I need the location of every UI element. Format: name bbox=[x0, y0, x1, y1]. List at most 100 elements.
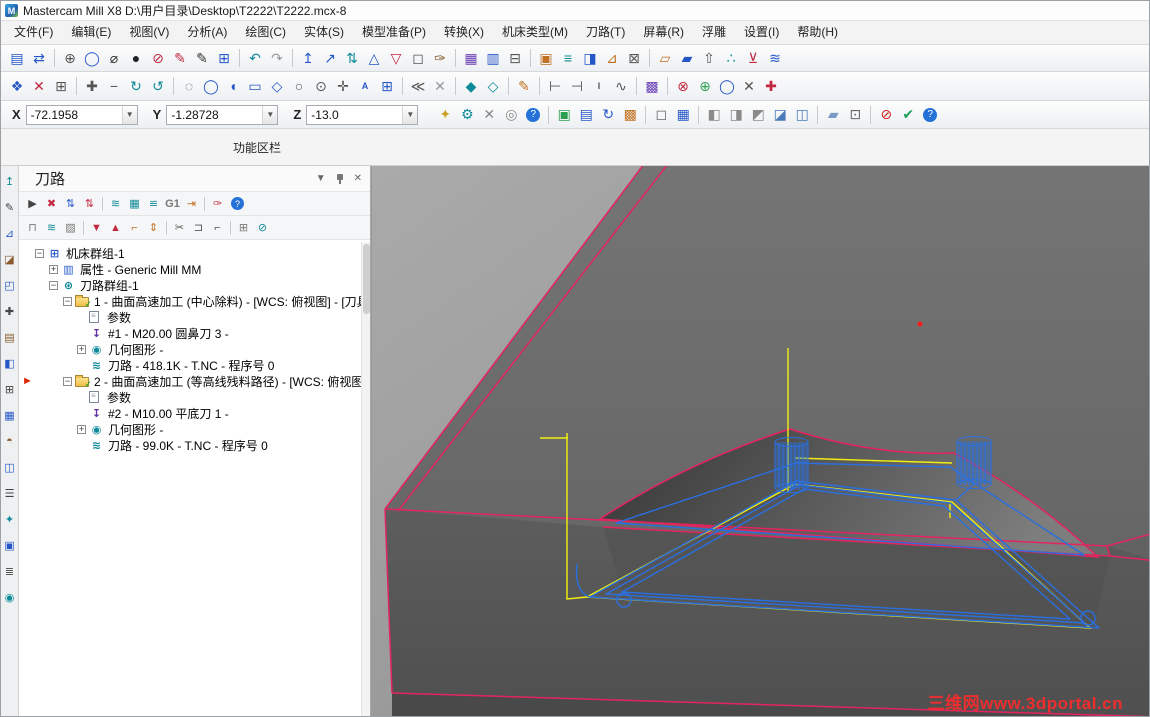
post-g1-icon[interactable]: G1 bbox=[164, 195, 181, 212]
tree-expander[interactable]: − bbox=[49, 280, 58, 290]
tree-item[interactable]: ► − 2 - 曲面高速加工 (等高线残料路径) - [WCS: 俯视图 bbox=[19, 373, 370, 391]
toolbar-icon[interactable]: ◻ bbox=[408, 48, 428, 68]
select-all-operations-icon[interactable]: ▶ bbox=[24, 195, 41, 212]
tree-expander[interactable]: − bbox=[63, 376, 72, 386]
toolbar-icon[interactable]: ▭ bbox=[245, 76, 265, 96]
toolbar-icon[interactable]: ▦ bbox=[461, 48, 481, 68]
toolbar-icon[interactable]: ◰ bbox=[2, 277, 18, 293]
toolbar-icon[interactable]: ⊘ bbox=[254, 219, 271, 236]
toolbar-icon[interactable]: ⊘ bbox=[148, 48, 168, 68]
shading-cube-icon[interactable]: ◫ bbox=[792, 105, 812, 125]
check-icon[interactable]: ✔ bbox=[898, 105, 918, 125]
tree-item[interactable]: ≋ 刀路 - 99.0K - T.NC - 程序号 0 bbox=[19, 437, 370, 453]
toolbar-icon[interactable]: ⊞ bbox=[235, 219, 252, 236]
toolbar-icon[interactable]: ● bbox=[126, 48, 146, 68]
toolbar-icon[interactable]: ✎ bbox=[192, 48, 212, 68]
toolbar-icon[interactable]: ▤ bbox=[2, 329, 18, 345]
toolbar-icon[interactable]: ⊞ bbox=[377, 76, 397, 96]
toolbar-icon[interactable]: ◇ bbox=[267, 76, 287, 96]
toolbar-icon[interactable]: ▨ bbox=[62, 219, 79, 236]
toolbar-icon[interactable]: ⊙ bbox=[311, 76, 331, 96]
toolbar-icon[interactable]: ▦ bbox=[126, 195, 143, 212]
toolbar-icon[interactable]: ▩ bbox=[620, 105, 640, 125]
toolbar-icon[interactable]: ≌ bbox=[145, 195, 162, 212]
tree-expander[interactable]: + bbox=[77, 424, 86, 434]
shading-cube-icon[interactable]: ◧ bbox=[704, 105, 724, 125]
menu-item[interactable]: 设置(I) bbox=[735, 21, 788, 44]
stop-icon[interactable]: ⊘ bbox=[876, 105, 896, 125]
toolbar-icon[interactable]: ⇅ bbox=[62, 195, 79, 212]
toolbar-icon[interactable]: ◧ bbox=[2, 355, 18, 371]
z-coordinate-input[interactable] bbox=[307, 107, 403, 122]
tree-item[interactable]: − ⊛ 刀路群组-1 bbox=[19, 277, 370, 293]
tree-item[interactable]: ↧ #1 - M20.00 圆鼻刀 3 - bbox=[19, 325, 370, 341]
menu-item[interactable]: 机床类型(M) bbox=[493, 21, 577, 44]
menu-item[interactable]: 帮助(H) bbox=[788, 21, 847, 44]
toolbar-icon[interactable]: ◌ bbox=[179, 76, 199, 96]
toolbar-icon[interactable]: ⊡ bbox=[845, 105, 865, 125]
menu-item[interactable]: 刀路(T) bbox=[577, 21, 634, 44]
menu-item[interactable]: 视图(V) bbox=[120, 21, 178, 44]
toolbar-icon[interactable]: ✎ bbox=[170, 48, 190, 68]
panel-close-button[interactable]: ✕ bbox=[354, 173, 362, 184]
tree-item[interactable]: ↧ #2 - M10.00 平底刀 1 - bbox=[19, 405, 370, 421]
toolbar-icon[interactable]: ∿ bbox=[611, 76, 631, 96]
shading-cube-icon[interactable]: ◪ bbox=[770, 105, 790, 125]
toolbar-icon[interactable]: ✕ bbox=[739, 76, 759, 96]
toolbar-icon[interactable]: ▣ bbox=[2, 537, 18, 553]
menu-item[interactable]: 编辑(E) bbox=[62, 21, 120, 44]
toolbar-icon[interactable]: ⊞ bbox=[2, 381, 18, 397]
toolbar-icon[interactable]: ✎ bbox=[514, 76, 534, 96]
toolbar-icon[interactable]: ≋ bbox=[765, 48, 785, 68]
toolbar-icon[interactable]: ◓ bbox=[2, 433, 18, 449]
x-coordinate-input[interactable] bbox=[26, 107, 122, 122]
menu-item[interactable]: 绘图(C) bbox=[236, 21, 295, 44]
redo-icon[interactable]: ↷ bbox=[267, 48, 287, 68]
toolbar-icon[interactable]: ✕ bbox=[479, 105, 499, 125]
menu-item[interactable]: 转换(X) bbox=[435, 21, 493, 44]
toolbar-icon[interactable]: A bbox=[355, 76, 375, 96]
toolbar-icon[interactable]: ⇥ bbox=[183, 195, 200, 212]
toolbar-icon[interactable]: ✑ bbox=[430, 48, 450, 68]
toolbar-icon[interactable]: ▣ bbox=[536, 48, 556, 68]
tree-item[interactable]: 参数 bbox=[19, 389, 370, 405]
toolbar-icon[interactable]: ✛ bbox=[333, 76, 353, 96]
toolbar-icon[interactable]: ↻ bbox=[598, 105, 618, 125]
toolbar-icon[interactable]: ✚ bbox=[82, 76, 102, 96]
unselect-all-operations-icon[interactable]: ✖ bbox=[43, 195, 60, 212]
copy-icon[interactable]: ⊐ bbox=[190, 219, 207, 236]
toolbar-icon[interactable]: ▥ bbox=[483, 48, 503, 68]
toolbar-icon[interactable]: ✦ bbox=[2, 511, 18, 527]
move-insert-down-icon[interactable]: ▼ bbox=[88, 219, 105, 236]
help-icon[interactable]: ? bbox=[526, 107, 541, 122]
help-icon[interactable]: ? bbox=[231, 197, 244, 210]
regenerate-toolpath-icon[interactable]: ≋ bbox=[107, 195, 124, 212]
toolbar-icon[interactable]: ◖ bbox=[223, 76, 243, 96]
tree-item[interactable]: 参数 bbox=[19, 309, 370, 325]
toolbar-icon[interactable]: ◫ bbox=[2, 459, 18, 475]
toolbar-icon[interactable]: ✦ bbox=[435, 105, 455, 125]
toolbar-icon[interactable]: ≡ bbox=[558, 48, 578, 68]
toolbar-icon[interactable]: I bbox=[589, 76, 609, 96]
toolbar-icon[interactable]: ⊟ bbox=[505, 48, 525, 68]
toolbar-icon[interactable]: ⌐ bbox=[126, 219, 143, 236]
menu-item[interactable]: 屏幕(R) bbox=[634, 21, 693, 44]
tree-item[interactable]: − ⊞ 机床群组-1 bbox=[19, 245, 370, 261]
y-dropdown-arrow-icon[interactable]: ▼ bbox=[262, 105, 278, 124]
toolbar-icon[interactable]: ◉ bbox=[2, 589, 18, 605]
tree-item[interactable]: ≋ 刀路 - 418.1K - T.NC - 程序号 0 bbox=[19, 357, 370, 373]
shading-cube-icon[interactable]: ◨ bbox=[726, 105, 746, 125]
menu-item[interactable]: 实体(S) bbox=[295, 21, 353, 44]
toolbar-icon[interactable]: ⊕ bbox=[60, 48, 80, 68]
menu-item[interactable]: 分析(A) bbox=[178, 21, 236, 44]
toolbar-icon[interactable]: ⇅ bbox=[81, 195, 98, 212]
toolbar-icon[interactable]: ☰ bbox=[2, 485, 18, 501]
toolbar-icon[interactable]: ▽ bbox=[386, 48, 406, 68]
toolbar-icon[interactable]: ❖ bbox=[7, 76, 27, 96]
graphics-viewport[interactable]: 三维网www.3dportal.cn bbox=[371, 166, 1149, 716]
toolbar-icon[interactable]: ⊿ bbox=[602, 48, 622, 68]
toolbar-icon[interactable]: ◆ bbox=[461, 76, 481, 96]
paste-icon[interactable]: ⌐ bbox=[209, 219, 226, 236]
move-insert-up-icon[interactable]: ▲ bbox=[107, 219, 124, 236]
tree-expander[interactable]: − bbox=[35, 248, 44, 258]
